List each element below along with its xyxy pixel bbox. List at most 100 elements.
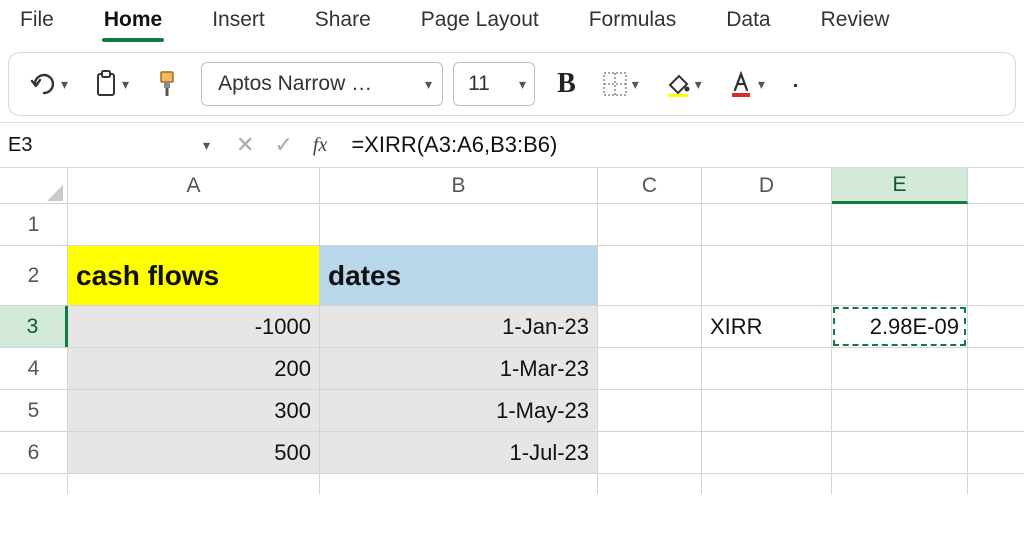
cell-A4[interactable]: 200: [68, 348, 320, 389]
cell-E3-value: 2.98E-09: [870, 314, 959, 340]
cell-E1[interactable]: [832, 204, 968, 245]
chevron-down-icon: ▾: [632, 76, 639, 93]
tab-file[interactable]: File: [18, 4, 56, 42]
cell-C2[interactable]: [598, 246, 702, 305]
row-header-6[interactable]: 6: [0, 432, 68, 473]
ribbon-toolbar: ▾ ▾ Aptos Narrow … ▾ 11 ▾: [8, 52, 1016, 116]
col-header-E[interactable]: E: [832, 168, 968, 204]
fill-color-button[interactable]: ▾: [661, 69, 706, 99]
font-name-value: Aptos Narrow …: [218, 72, 372, 96]
cell-C6[interactable]: [598, 432, 702, 473]
borders-icon: [602, 71, 628, 97]
cell-E2[interactable]: [832, 246, 968, 305]
cell-B7[interactable]: [320, 474, 598, 494]
cell-B6[interactable]: 1-Jul-23: [320, 432, 598, 473]
cell-A5[interactable]: 300: [68, 390, 320, 431]
fx-icon[interactable]: fx: [313, 134, 327, 157]
formula-controls: ✕ ✓ fx: [222, 123, 341, 167]
tab-home[interactable]: Home: [102, 4, 164, 42]
cell-E6[interactable]: [832, 432, 968, 473]
font-name-select[interactable]: Aptos Narrow … ▾: [201, 62, 443, 106]
formula-text: =XIRR(A3:A6,B3:B6): [351, 132, 557, 158]
cell-A3[interactable]: -1000: [68, 306, 320, 347]
name-box[interactable]: E3 ▾: [0, 123, 222, 167]
bold-button[interactable]: B: [553, 66, 580, 102]
tab-formulas[interactable]: Formulas: [587, 4, 679, 42]
chevron-down-icon: ▾: [519, 76, 526, 93]
cell-B5[interactable]: 1-May-23: [320, 390, 598, 431]
chevron-down-icon: ▾: [203, 137, 210, 154]
cell-D3[interactable]: XIRR: [702, 306, 832, 347]
cell-B1[interactable]: [320, 204, 598, 245]
tab-data[interactable]: Data: [724, 4, 772, 42]
cell-C4[interactable]: [598, 348, 702, 389]
cancel-formula-button[interactable]: ✕: [236, 132, 254, 158]
cell-D6[interactable]: [702, 432, 832, 473]
tab-review[interactable]: Review: [819, 4, 892, 42]
col-header-B[interactable]: B: [320, 168, 598, 203]
cell-A6[interactable]: 500: [68, 432, 320, 473]
cell-C1[interactable]: [598, 204, 702, 245]
borders-button[interactable]: ▾: [598, 69, 643, 99]
cell-A1[interactable]: [68, 204, 320, 245]
tab-page-layout[interactable]: Page Layout: [419, 4, 541, 42]
cell-C5[interactable]: [598, 390, 702, 431]
col-header-D[interactable]: D: [702, 168, 832, 203]
col-header-C[interactable]: C: [598, 168, 702, 203]
cell-A7[interactable]: [68, 474, 320, 494]
chevron-down-icon: ▾: [122, 76, 129, 93]
chevron-down-icon: ▾: [695, 76, 702, 93]
chevron-down-icon: ▾: [425, 76, 432, 93]
row-4: 4 200 1-Mar-23: [0, 348, 1024, 390]
clipboard-icon: [94, 70, 118, 98]
row-header-3[interactable]: 3: [0, 306, 68, 347]
row-header-2[interactable]: 2: [0, 246, 68, 305]
format-painter-button[interactable]: [151, 68, 183, 100]
row-header-5[interactable]: 5: [0, 390, 68, 431]
cell-E5[interactable]: [832, 390, 968, 431]
bold-icon: B: [557, 68, 576, 100]
tab-insert[interactable]: Insert: [210, 4, 267, 42]
row-3: 3 -1000 1-Jan-23 XIRR 2.98E-09: [0, 306, 1024, 348]
cell-A2[interactable]: cash flows: [68, 246, 320, 305]
accept-formula-button[interactable]: ✓: [274, 132, 292, 158]
font-group: Aptos Narrow … ▾ 11 ▾: [201, 62, 535, 106]
cell-B3[interactable]: 1-Jan-23: [320, 306, 598, 347]
chevron-down-icon: ▾: [758, 76, 765, 93]
cell-D4[interactable]: [702, 348, 832, 389]
row-1: 1: [0, 204, 1024, 246]
select-all-corner[interactable]: [0, 168, 68, 203]
font-color-button[interactable]: ▾: [724, 68, 769, 100]
formula-input[interactable]: =XIRR(A3:A6,B3:B6): [341, 123, 1024, 167]
row-header-4[interactable]: 4: [0, 348, 68, 389]
row-7: [0, 474, 1024, 494]
ribbon-tabs: File Home Insert Share Page Layout Formu…: [0, 0, 1024, 42]
row-header-1[interactable]: 1: [0, 204, 68, 245]
row-2: 2 cash flows dates: [0, 246, 1024, 306]
cell-C7[interactable]: [598, 474, 702, 494]
formula-bar: E3 ▾ ✕ ✓ fx =XIRR(A3:A6,B3:B6): [0, 122, 1024, 168]
ribbon-overflow-icon[interactable]: ·: [787, 68, 800, 100]
cell-E4[interactable]: [832, 348, 968, 389]
cell-B2[interactable]: dates: [320, 246, 598, 305]
font-size-select[interactable]: 11 ▾: [453, 62, 535, 106]
cell-E7[interactable]: [832, 474, 968, 494]
cell-E3[interactable]: 2.98E-09: [832, 306, 968, 347]
cell-C3[interactable]: [598, 306, 702, 347]
tab-share[interactable]: Share: [313, 4, 373, 42]
cell-D1[interactable]: [702, 204, 832, 245]
chevron-down-icon: ▾: [61, 76, 68, 93]
col-header-A[interactable]: A: [68, 168, 320, 203]
paintbrush-icon: [155, 70, 179, 98]
spreadsheet-grid: A B C D E 1 2 cash flows dates 3 -1000 1…: [0, 168, 1024, 494]
row-5: 5 300 1-May-23: [0, 390, 1024, 432]
row-header-7[interactable]: [0, 474, 68, 494]
name-box-value: E3: [8, 134, 32, 157]
paint-bucket-icon: [665, 71, 691, 97]
cell-D2[interactable]: [702, 246, 832, 305]
paste-button[interactable]: ▾: [90, 68, 133, 100]
cell-D5[interactable]: [702, 390, 832, 431]
cell-D7[interactable]: [702, 474, 832, 494]
undo-button[interactable]: ▾: [25, 69, 72, 99]
cell-B4[interactable]: 1-Mar-23: [320, 348, 598, 389]
